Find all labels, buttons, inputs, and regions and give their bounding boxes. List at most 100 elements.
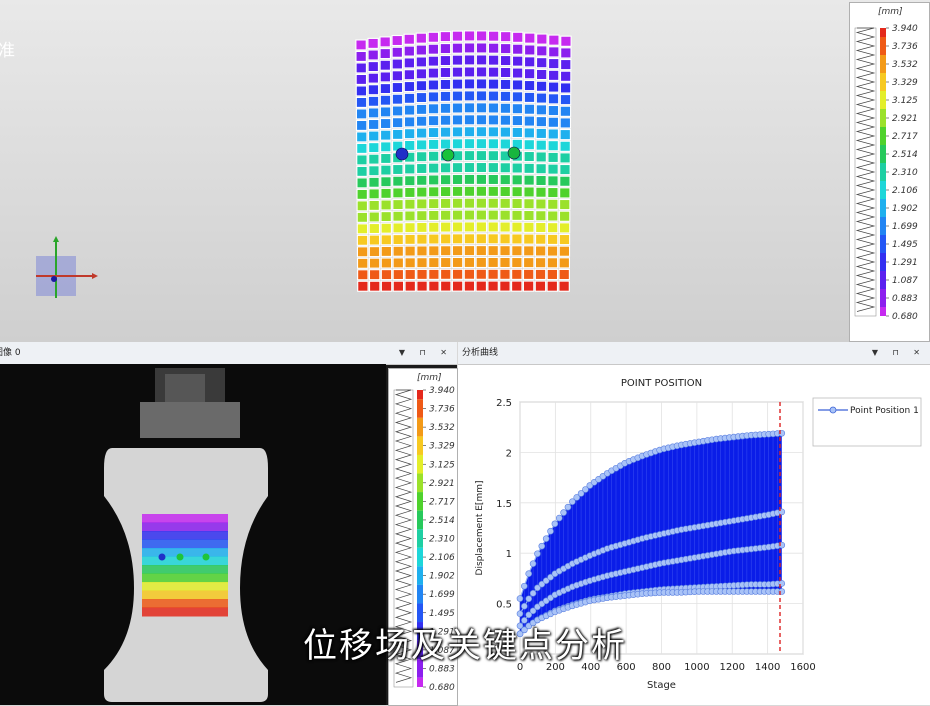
x-tick-label: 1400 xyxy=(755,662,780,673)
mesh-cell xyxy=(523,91,536,104)
mesh-cell xyxy=(380,152,392,165)
data-point[interactable] xyxy=(529,589,537,597)
legend-color-swatch xyxy=(417,529,423,548)
legend-color-swatch xyxy=(417,603,423,623)
mesh-cell xyxy=(499,256,511,269)
mesh-cell xyxy=(475,150,488,162)
mesh-cell xyxy=(475,185,488,197)
mesh-cell xyxy=(475,102,488,114)
mesh-cell xyxy=(499,31,512,43)
mesh-cell xyxy=(356,200,368,212)
data-point[interactable] xyxy=(529,560,537,567)
data-point[interactable] xyxy=(534,550,541,558)
mesh-cell xyxy=(547,69,560,81)
mesh-cell xyxy=(440,268,452,280)
mesh-cell xyxy=(415,68,428,80)
mesh-cell xyxy=(439,138,452,150)
legend-tick-label: 3.125 xyxy=(892,96,918,106)
mesh-cell xyxy=(356,165,368,177)
legend-color-swatch xyxy=(417,436,423,455)
mesh-cell xyxy=(512,31,524,43)
specimen-image[interactable] xyxy=(0,364,386,705)
data-point[interactable] xyxy=(516,595,524,602)
mesh-cell xyxy=(391,70,404,82)
data-point[interactable] xyxy=(521,582,528,590)
mesh-cell xyxy=(558,210,571,222)
mesh-cell xyxy=(524,32,536,44)
mesh-cell xyxy=(487,78,500,90)
mesh-cell xyxy=(356,142,368,154)
mesh-cell xyxy=(499,66,512,79)
mesh-cell xyxy=(487,150,500,162)
axis-triad xyxy=(36,236,98,298)
data-point[interactable] xyxy=(564,503,572,511)
mesh-cell xyxy=(475,233,488,245)
mesh-cell xyxy=(439,256,452,269)
mesh-cell xyxy=(355,119,368,131)
mesh-cell xyxy=(440,280,452,292)
mesh-cell xyxy=(367,72,380,84)
3d-view[interactable]: 准 [mm] 3.940 3.736 3.532 3.329 3.125 2.921 2.7… xyxy=(0,0,930,342)
mesh-cell xyxy=(428,198,440,210)
mesh-cell xyxy=(391,34,403,47)
legend-tick-label: 2.717 xyxy=(892,132,918,142)
mesh-cell xyxy=(355,73,368,85)
mesh-cell xyxy=(499,221,511,233)
mesh-cell xyxy=(559,82,572,94)
image-panel: 图像 0 ▼ ⊓ ✕ [mm] 3.9403.7363.5323.3293.12… xyxy=(0,342,458,706)
chart-legend[interactable]: Point Position 1 xyxy=(812,397,922,447)
mesh-cell xyxy=(546,280,559,292)
point-position-chart[interactable]: POINT POSITION 0 200 400 600 800 1000 1200 1400 1… xyxy=(458,364,930,705)
key-point-marker[interactable] xyxy=(507,146,521,160)
mesh-cell xyxy=(487,162,500,174)
mesh-cell xyxy=(391,58,404,70)
curve-window-buttons[interactable]: ▼ ⊓ ✕ xyxy=(872,342,926,364)
mesh-cell xyxy=(403,128,416,140)
mesh-cell xyxy=(487,245,499,257)
mesh-cell xyxy=(523,103,536,115)
mesh-cell xyxy=(415,115,428,127)
key-point-marker[interactable] xyxy=(441,148,455,162)
legend-scale-bottom: 3.940 3.736 3.532 3.329 3.125 2.921 2.717 2.514… xyxy=(393,386,455,693)
x-tick-label: 800 xyxy=(652,662,671,673)
mesh-cell xyxy=(451,233,464,245)
data-point[interactable] xyxy=(547,527,554,535)
mesh-cell xyxy=(404,257,416,269)
specimen-key-point[interactable] xyxy=(202,553,210,561)
displacement-mesh[interactable] xyxy=(350,30,580,300)
data-point[interactable] xyxy=(525,570,533,577)
mesh-cell xyxy=(380,141,392,153)
data-point[interactable] xyxy=(555,514,563,522)
data-point[interactable] xyxy=(525,595,533,603)
data-point[interactable] xyxy=(551,520,559,528)
specimen-key-point[interactable] xyxy=(158,553,166,561)
data-point[interactable] xyxy=(560,509,567,516)
mesh-cell xyxy=(487,209,499,221)
mesh-cell xyxy=(404,280,416,292)
mesh-cell xyxy=(487,102,500,114)
mesh-cell xyxy=(416,280,428,292)
key-point-marker[interactable] xyxy=(395,147,409,161)
mesh-cell xyxy=(535,186,547,198)
specimen-key-point[interactable] xyxy=(176,553,184,561)
data-point[interactable] xyxy=(521,617,528,624)
data-point[interactable] xyxy=(538,542,546,550)
legend-tick-label: 2.717 xyxy=(429,497,455,507)
panel-window-buttons[interactable]: ▼ ⊓ ✕ xyxy=(399,342,453,364)
mesh-cell xyxy=(487,30,500,42)
mesh-cell xyxy=(487,114,500,126)
mesh-cell xyxy=(451,78,464,90)
mesh-cell xyxy=(428,233,440,245)
data-point[interactable] xyxy=(521,602,528,610)
data-point[interactable] xyxy=(542,535,550,542)
data-point[interactable] xyxy=(516,610,524,617)
mesh-cell xyxy=(559,93,572,106)
mesh-cell xyxy=(560,35,572,47)
mesh-cell xyxy=(463,138,476,150)
legend-tick-label: 3.532 xyxy=(429,423,455,433)
mesh-cell xyxy=(368,165,380,177)
mesh-cell xyxy=(391,93,404,105)
mesh-cell xyxy=(524,44,536,56)
mesh-cell xyxy=(499,126,512,138)
mesh-cell xyxy=(379,94,392,106)
